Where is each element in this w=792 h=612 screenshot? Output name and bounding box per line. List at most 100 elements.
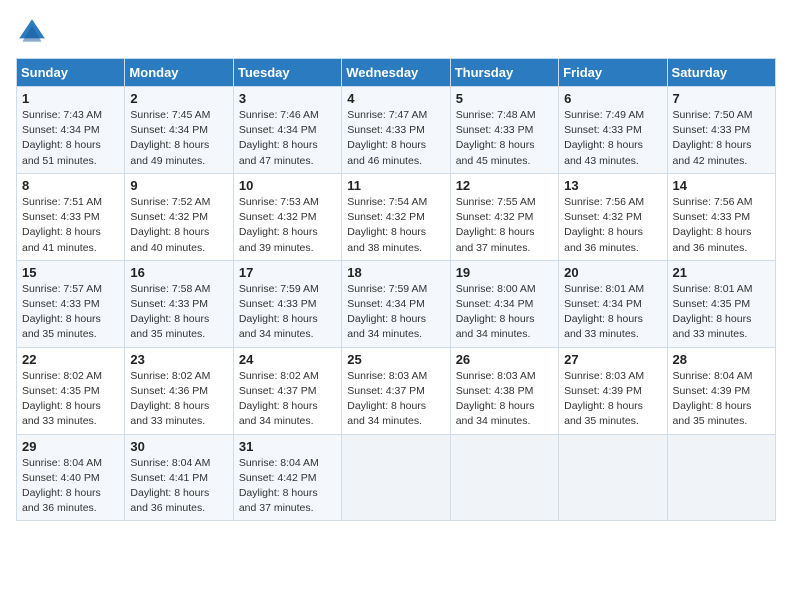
day-number: 27 xyxy=(564,352,661,367)
day-info: Sunrise: 8:01 AMSunset: 4:34 PMDaylight:… xyxy=(564,282,661,343)
day-number: 17 xyxy=(239,265,336,280)
day-number: 11 xyxy=(347,178,444,193)
day-number: 8 xyxy=(22,178,119,193)
day-number: 25 xyxy=(347,352,444,367)
day-number: 12 xyxy=(456,178,553,193)
calendar-cell xyxy=(667,434,775,521)
weekday-header-row: SundayMondayTuesdayWednesdayThursdayFrid… xyxy=(17,59,776,87)
weekday-header-tuesday: Tuesday xyxy=(233,59,341,87)
calendar-cell: 23 Sunrise: 8:02 AMSunset: 4:36 PMDayligh… xyxy=(125,347,233,434)
day-info: Sunrise: 7:57 AMSunset: 4:33 PMDaylight:… xyxy=(22,282,119,343)
day-info: Sunrise: 7:55 AMSunset: 4:32 PMDaylight:… xyxy=(456,195,553,256)
day-number: 19 xyxy=(456,265,553,280)
weekday-header-wednesday: Wednesday xyxy=(342,59,450,87)
day-info: Sunrise: 7:56 AMSunset: 4:32 PMDaylight:… xyxy=(564,195,661,256)
calendar-cell xyxy=(450,434,558,521)
calendar-cell: 31 Sunrise: 8:04 AMSunset: 4:42 PMDayligh… xyxy=(233,434,341,521)
calendar-cell: 27 Sunrise: 8:03 AMSunset: 4:39 PMDayligh… xyxy=(559,347,667,434)
day-number: 16 xyxy=(130,265,227,280)
calendar-week-row: 15 Sunrise: 7:57 AMSunset: 4:33 PMDayligh… xyxy=(17,260,776,347)
calendar-week-row: 8 Sunrise: 7:51 AMSunset: 4:33 PMDaylight… xyxy=(17,173,776,260)
weekday-header-thursday: Thursday xyxy=(450,59,558,87)
day-info: Sunrise: 8:02 AMSunset: 4:37 PMDaylight:… xyxy=(239,369,336,430)
day-info: Sunrise: 7:50 AMSunset: 4:33 PMDaylight:… xyxy=(673,108,770,169)
day-number: 2 xyxy=(130,91,227,106)
day-info: Sunrise: 7:49 AMSunset: 4:33 PMDaylight:… xyxy=(564,108,661,169)
day-number: 24 xyxy=(239,352,336,367)
day-number: 3 xyxy=(239,91,336,106)
weekday-header-saturday: Saturday xyxy=(667,59,775,87)
day-number: 4 xyxy=(347,91,444,106)
weekday-header-sunday: Sunday xyxy=(17,59,125,87)
day-info: Sunrise: 8:03 AMSunset: 4:38 PMDaylight:… xyxy=(456,369,553,430)
calendar-cell: 29Sunrise: 8:04 AMSunset: 4:40 PMDayligh… xyxy=(17,434,125,521)
logo xyxy=(16,16,52,48)
calendar-cell: 18 Sunrise: 7:59 AMSunset: 4:34 PMDayligh… xyxy=(342,260,450,347)
day-info: Sunrise: 8:02 AMSunset: 4:36 PMDaylight:… xyxy=(130,369,227,430)
day-info: Sunrise: 7:48 AMSunset: 4:33 PMDaylight:… xyxy=(456,108,553,169)
calendar-cell: 2 Sunrise: 7:45 AMSunset: 4:34 PMDaylight… xyxy=(125,87,233,174)
calendar-cell: 6 Sunrise: 7:49 AMSunset: 4:33 PMDaylight… xyxy=(559,87,667,174)
day-info: Sunrise: 8:03 AMSunset: 4:37 PMDaylight:… xyxy=(347,369,444,430)
calendar-header: SundayMondayTuesdayWednesdayThursdayFrid… xyxy=(17,59,776,87)
day-info: Sunrise: 7:54 AMSunset: 4:32 PMDaylight:… xyxy=(347,195,444,256)
day-number: 6 xyxy=(564,91,661,106)
day-info: Sunrise: 8:04 AMSunset: 4:39 PMDaylight:… xyxy=(673,369,770,430)
calendar-cell: 16Sunrise: 7:58 AMSunset: 4:33 PMDayligh… xyxy=(125,260,233,347)
day-number: 22 xyxy=(22,352,119,367)
calendar-week-row: 29Sunrise: 8:04 AMSunset: 4:40 PMDayligh… xyxy=(17,434,776,521)
calendar-cell: 11 Sunrise: 7:54 AMSunset: 4:32 PMDayligh… xyxy=(342,173,450,260)
day-info: Sunrise: 7:51 AMSunset: 4:33 PMDaylight:… xyxy=(22,195,119,256)
calendar-cell: 20Sunrise: 8:01 AMSunset: 4:34 PMDayligh… xyxy=(559,260,667,347)
calendar-cell: 7 Sunrise: 7:50 AMSunset: 4:33 PMDaylight… xyxy=(667,87,775,174)
day-info: Sunrise: 8:04 AMSunset: 4:42 PMDaylight:… xyxy=(239,456,336,517)
logo-icon xyxy=(16,16,48,48)
calendar-cell: 14Sunrise: 7:56 AMSunset: 4:33 PMDayligh… xyxy=(667,173,775,260)
calendar-cell: 1 Sunrise: 7:43 AMSunset: 4:34 PMDaylight… xyxy=(17,87,125,174)
day-info: Sunrise: 7:59 AMSunset: 4:34 PMDaylight:… xyxy=(347,282,444,343)
day-number: 31 xyxy=(239,439,336,454)
day-number: 13 xyxy=(564,178,661,193)
calendar-body: 1 Sunrise: 7:43 AMSunset: 4:34 PMDaylight… xyxy=(17,87,776,521)
day-info: Sunrise: 7:56 AMSunset: 4:33 PMDaylight:… xyxy=(673,195,770,256)
calendar-cell: 10Sunrise: 7:53 AMSunset: 4:32 PMDayligh… xyxy=(233,173,341,260)
day-number: 9 xyxy=(130,178,227,193)
day-number: 26 xyxy=(456,352,553,367)
day-number: 28 xyxy=(673,352,770,367)
calendar-cell xyxy=(342,434,450,521)
day-number: 18 xyxy=(347,265,444,280)
day-number: 15 xyxy=(22,265,119,280)
day-number: 21 xyxy=(673,265,770,280)
day-number: 1 xyxy=(22,91,119,106)
day-info: Sunrise: 7:45 AMSunset: 4:34 PMDaylight:… xyxy=(130,108,227,169)
day-info: Sunrise: 8:02 AMSunset: 4:35 PMDaylight:… xyxy=(22,369,119,430)
day-info: Sunrise: 7:52 AMSunset: 4:32 PMDaylight:… xyxy=(130,195,227,256)
calendar-week-row: 22 Sunrise: 8:02 AMSunset: 4:35 PMDayligh… xyxy=(17,347,776,434)
calendar-table: SundayMondayTuesdayWednesdayThursdayFrid… xyxy=(16,58,776,521)
calendar-cell: 26 Sunrise: 8:03 AMSunset: 4:38 PMDayligh… xyxy=(450,347,558,434)
calendar-cell: 21 Sunrise: 8:01 AMSunset: 4:35 PMDayligh… xyxy=(667,260,775,347)
calendar-cell: 17Sunrise: 7:59 AMSunset: 4:33 PMDayligh… xyxy=(233,260,341,347)
calendar-cell: 12 Sunrise: 7:55 AMSunset: 4:32 PMDayligh… xyxy=(450,173,558,260)
calendar-cell: 13 Sunrise: 7:56 AMSunset: 4:32 PMDayligh… xyxy=(559,173,667,260)
day-info: Sunrise: 8:01 AMSunset: 4:35 PMDaylight:… xyxy=(673,282,770,343)
day-info: Sunrise: 7:53 AMSunset: 4:32 PMDaylight:… xyxy=(239,195,336,256)
day-info: Sunrise: 7:43 AMSunset: 4:34 PMDaylight:… xyxy=(22,108,119,169)
day-number: 23 xyxy=(130,352,227,367)
day-info: Sunrise: 8:00 AMSunset: 4:34 PMDaylight:… xyxy=(456,282,553,343)
day-number: 7 xyxy=(673,91,770,106)
day-number: 30 xyxy=(130,439,227,454)
day-info: Sunrise: 8:04 AMSunset: 4:41 PMDaylight:… xyxy=(130,456,227,517)
day-info: Sunrise: 8:03 AMSunset: 4:39 PMDaylight:… xyxy=(564,369,661,430)
day-info: Sunrise: 7:47 AMSunset: 4:33 PMDaylight:… xyxy=(347,108,444,169)
calendar-cell: 25 Sunrise: 8:03 AMSunset: 4:37 PMDayligh… xyxy=(342,347,450,434)
calendar-cell: 30 Sunrise: 8:04 AMSunset: 4:41 PMDayligh… xyxy=(125,434,233,521)
calendar-cell: 19 Sunrise: 8:00 AMSunset: 4:34 PMDayligh… xyxy=(450,260,558,347)
calendar-cell: 15 Sunrise: 7:57 AMSunset: 4:33 PMDayligh… xyxy=(17,260,125,347)
calendar-cell: 3Sunrise: 7:46 AMSunset: 4:34 PMDaylight… xyxy=(233,87,341,174)
calendar-cell xyxy=(559,434,667,521)
calendar-week-row: 1 Sunrise: 7:43 AMSunset: 4:34 PMDaylight… xyxy=(17,87,776,174)
weekday-header-friday: Friday xyxy=(559,59,667,87)
calendar-cell: 5 Sunrise: 7:48 AMSunset: 4:33 PMDaylight… xyxy=(450,87,558,174)
day-number: 5 xyxy=(456,91,553,106)
